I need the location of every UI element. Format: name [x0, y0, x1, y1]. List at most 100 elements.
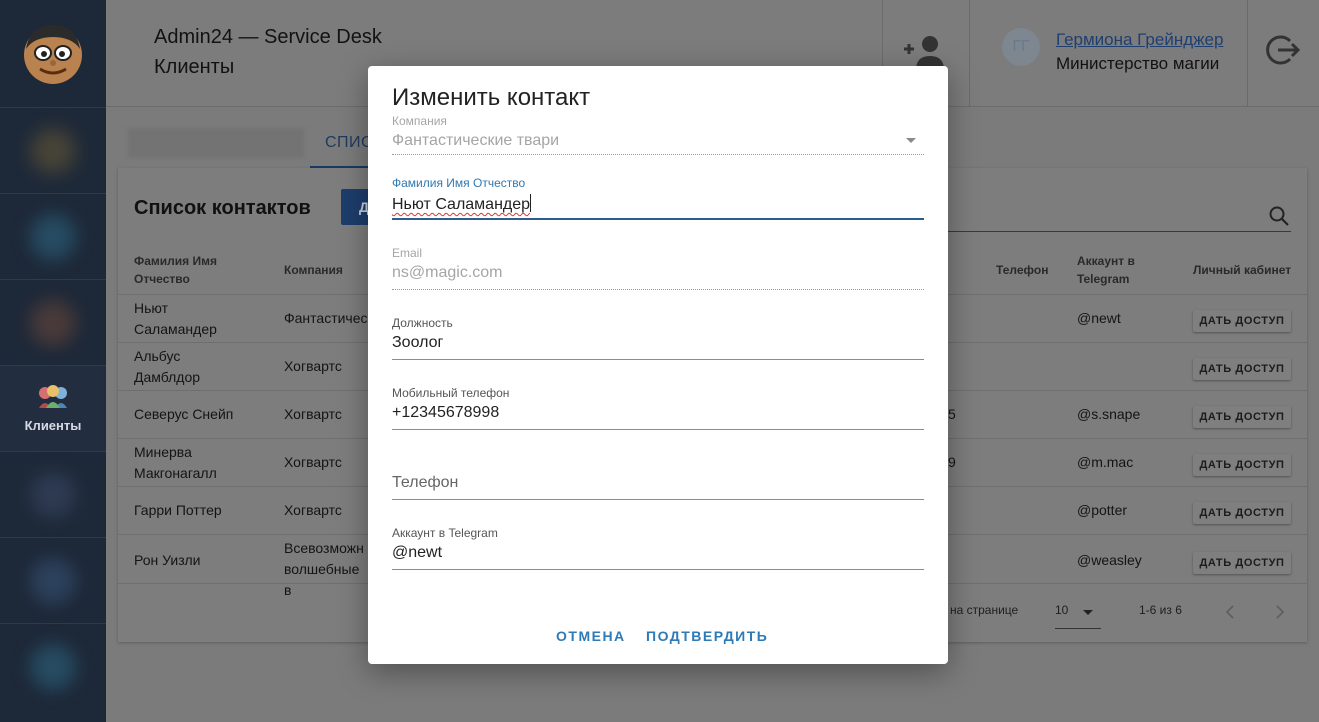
add-user-icon[interactable]	[902, 34, 948, 70]
logout-icon[interactable]	[1264, 32, 1300, 68]
full-name-input[interactable]: Ньют Саламандер	[392, 196, 530, 213]
grant-access-button[interactable]: ДАТЬ ДОСТУП	[1193, 406, 1291, 428]
full-name-label: Фамилия Имя Отчество	[392, 176, 526, 190]
avatar[interactable]: ГГ	[1002, 28, 1040, 66]
position-input[interactable]: Зоолог	[392, 334, 443, 352]
blurred-icon	[30, 644, 76, 690]
company-select: Компания Фантастические твари	[392, 114, 924, 156]
cell-name: Рон Уизли	[134, 552, 201, 568]
app-title: Admin24 — Service Desk	[154, 26, 382, 48]
email-field: Email ns@magic.com	[392, 246, 924, 291]
sidebar-item-1[interactable]	[0, 108, 106, 194]
grant-access-button[interactable]: ДАТЬ ДОСТУП	[1193, 552, 1291, 574]
sidebar-item-3[interactable]	[0, 280, 106, 366]
telegram-input[interactable]: @newt	[392, 544, 442, 562]
cell-telegram: @potter	[1077, 502, 1128, 518]
cell-name: Ньют Саламандер	[134, 300, 217, 337]
position-label: Должность	[392, 316, 453, 330]
sidebar: Клиенты	[0, 0, 106, 722]
cell-name: Минерва Макгонагалл	[134, 444, 217, 481]
sidebar-item-label: Клиенты	[24, 418, 82, 433]
mobile-underline	[392, 429, 924, 430]
mobile-field[interactable]: Мобильный телефон +12345678998	[392, 386, 924, 431]
sidebar-item-6[interactable]	[0, 538, 106, 624]
pagination-range: 1-6 из 6	[1139, 603, 1182, 617]
cell-mobile: 9	[948, 454, 956, 470]
cancel-button[interactable]: ОТМЕНА	[556, 628, 626, 644]
cell-mobile: 5	[948, 406, 956, 422]
rows-per-page-underline	[1055, 628, 1101, 629]
edit-contact-dialog: Изменить контакт Компания Фантастические…	[368, 66, 948, 664]
grant-access-button[interactable]: ДАТЬ ДОСТУП	[1193, 358, 1291, 380]
telegram-underline	[392, 569, 924, 570]
logo-face-icon	[24, 24, 82, 84]
blurred-icon	[30, 557, 76, 604]
grant-access-button[interactable]: ДАТЬ ДОСТУП	[1193, 454, 1291, 476]
company-label: Компания	[392, 114, 447, 128]
company-underline	[392, 154, 924, 155]
search-input[interactable]	[948, 231, 1291, 232]
cell-company: Хогвартс	[284, 406, 342, 422]
email-underline	[392, 289, 924, 290]
cell-name: Гарри Поттер	[134, 502, 222, 518]
tab-blurred[interactable]	[128, 128, 304, 158]
header-divider	[1247, 0, 1248, 107]
column-header-phone[interactable]: Телефон	[996, 261, 1048, 279]
telegram-label: Аккаунт в Telegram	[392, 526, 498, 540]
blurred-icon	[30, 127, 76, 174]
position-field[interactable]: Должность Зоолог	[392, 316, 924, 361]
chevron-left-icon[interactable]	[1225, 605, 1235, 619]
chevron-down-icon[interactable]	[1083, 610, 1093, 615]
blurred-icon	[30, 213, 76, 260]
mobile-input[interactable]: +12345678998	[392, 404, 499, 422]
grant-access-button[interactable]: ДАТЬ ДОСТУП	[1193, 502, 1291, 524]
blurred-icon	[30, 299, 76, 346]
column-header-name[interactable]: Фамилия Имя Отчество	[134, 252, 234, 288]
text-cursor	[530, 194, 532, 212]
full-name-input-wrap: Ньют Саламандер	[392, 194, 532, 214]
rows-per-page-select[interactable]: 10	[1055, 603, 1068, 617]
sidebar-item-clients[interactable]: Клиенты	[0, 366, 106, 452]
blurred-icon	[30, 471, 76, 518]
chevron-down-icon	[906, 138, 916, 143]
full-name-field[interactable]: Фамилия Имя Отчество Ньют Саламандер	[392, 176, 924, 221]
user-name-link[interactable]: Гермиона Грейнджер	[1056, 30, 1223, 50]
email-label: Email	[392, 246, 423, 260]
sidebar-item-2[interactable]	[0, 194, 106, 280]
phone-field[interactable]: Телефон	[392, 456, 924, 501]
dialog-title: Изменить контакт	[392, 84, 591, 111]
user-organization: Министерство магии	[1056, 54, 1220, 73]
cell-name: Альбус Дамблдор	[134, 348, 201, 385]
email-value: ns@magic.com	[392, 264, 503, 281]
cell-company: Фантастичес	[284, 310, 368, 326]
card-title: Список контактов	[134, 197, 311, 219]
cell-telegram: @s.snape	[1077, 406, 1141, 422]
cell-telegram: @m.mac	[1077, 454, 1134, 470]
rows-per-page-label: на странице	[950, 603, 1019, 617]
phone-underline	[392, 499, 924, 500]
phone-placeholder[interactable]: Телефон	[392, 474, 458, 492]
mobile-label: Мобильный телефон	[392, 386, 510, 400]
cell-company: Хогвартс	[284, 358, 342, 374]
cell-telegram: @weasley	[1077, 552, 1142, 568]
cell-telegram: @newt	[1077, 310, 1121, 326]
cell-name: Северус Снейп	[134, 406, 234, 422]
column-header-cabinet[interactable]: Личный кабинет	[1193, 261, 1291, 279]
header-divider	[969, 0, 970, 107]
search-icon[interactable]	[1268, 205, 1290, 227]
grant-access-button[interactable]: ДАТЬ ДОСТУП	[1193, 310, 1291, 332]
chevron-right-icon[interactable]	[1275, 605, 1285, 619]
cell-company: Хогвартс	[284, 454, 342, 470]
full-name-underline	[392, 218, 924, 220]
app-logo[interactable]	[0, 0, 106, 108]
cell-company: Всевозможн волшебные в	[284, 540, 364, 598]
company-value: Фантастические твари	[392, 132, 560, 149]
column-header-telegram[interactable]: Аккаунт в Telegram	[1077, 252, 1157, 288]
column-header-company[interactable]: Компания	[284, 261, 343, 279]
clients-icon	[39, 385, 67, 408]
sidebar-item-5[interactable]	[0, 452, 106, 538]
cell-company: Хогвартс	[284, 502, 342, 518]
sidebar-item-7[interactable]	[0, 624, 106, 710]
confirm-button[interactable]: ПОДТВЕРДИТЬ	[646, 628, 768, 644]
telegram-field[interactable]: Аккаунт в Telegram @newt	[392, 526, 924, 571]
